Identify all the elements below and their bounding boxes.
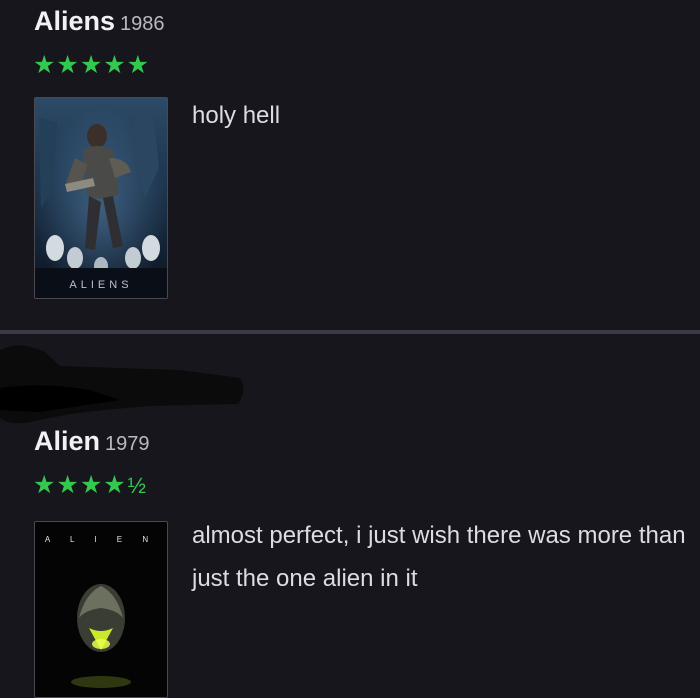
half-star: ½ xyxy=(127,473,148,498)
review-card-alien: Alien 1979 ★★★★½ A L I E N almost perfect… xyxy=(0,420,700,698)
review-text: almost perfect, i just wish there was mo… xyxy=(192,522,686,592)
stars: ★★★★ xyxy=(33,471,127,499)
stars: ★★★★★ xyxy=(33,51,151,79)
star-rating: ★★★★★ xyxy=(33,50,150,80)
film-title-line: Aliens 1986 xyxy=(34,6,165,37)
poster-caption: A L I E N xyxy=(45,535,157,544)
film-poster[interactable]: ALIENS xyxy=(34,97,168,299)
review-card-aliens: Aliens 1986 ★★★★★ ALIENS holy hell xyxy=(0,0,700,330)
film-poster[interactable]: A L I E N xyxy=(34,521,168,698)
star-rating: ★★★★½ xyxy=(33,470,147,500)
film-title-line: Alien 1979 xyxy=(34,426,150,457)
poster-art: A L I E N xyxy=(35,522,167,697)
poster-caption: ALIENS xyxy=(69,279,132,291)
film-year[interactable]: 1979 xyxy=(105,433,150,455)
film-title[interactable]: Alien xyxy=(34,426,100,456)
poster-art: ALIENS xyxy=(35,98,167,298)
film-year[interactable]: 1986 xyxy=(120,13,165,35)
review-text: holy hell xyxy=(192,102,281,129)
film-title[interactable]: Aliens xyxy=(34,6,115,36)
